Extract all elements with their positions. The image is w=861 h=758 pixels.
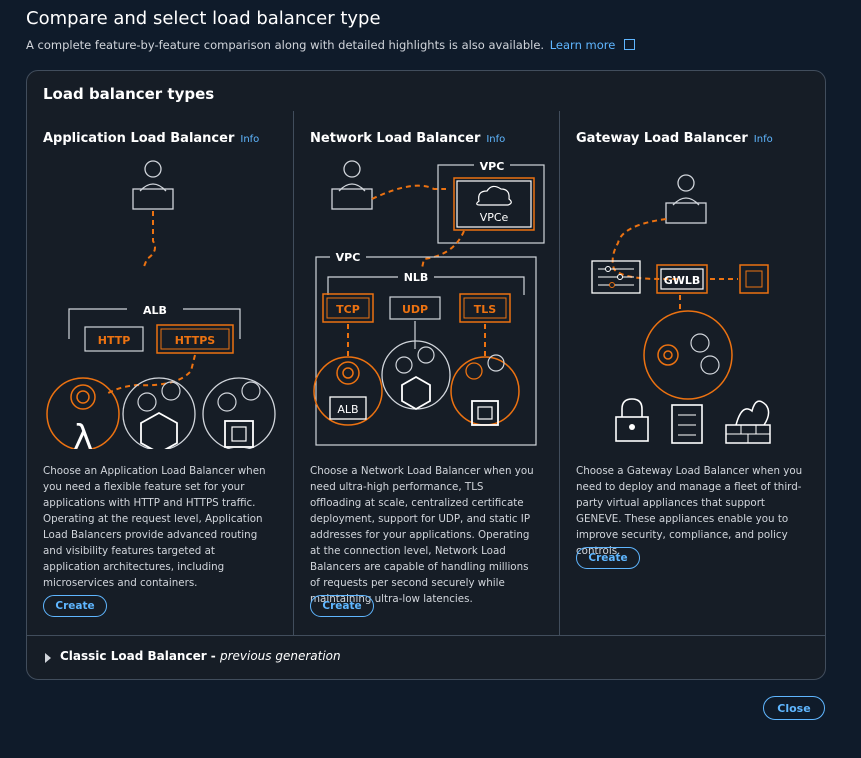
instance-target-icon — [202, 377, 276, 449]
appliance-config-icon — [591, 260, 641, 294]
nlb-group-label: NLB — [404, 271, 429, 284]
alb-protocol-http: HTTP — [98, 334, 131, 347]
instance-target-icon — [450, 354, 520, 426]
nlb-vpc-label: VPC — [336, 251, 361, 264]
alb-group-label: ALB — [143, 304, 167, 317]
caret-right-icon — [45, 653, 51, 663]
svg-text:λ: λ — [73, 418, 93, 449]
modal-subtitle: A complete feature-by-feature comparison… — [26, 38, 635, 52]
classic-load-balancer-expander[interactable]: Classic Load Balancer - previous generat… — [27, 635, 825, 680]
nlb-protocol-udp: UDP — [402, 303, 428, 316]
gwlb-info-link[interactable]: Info — [754, 134, 773, 145]
close-button[interactable]: Close — [763, 696, 825, 720]
gwlb-group-label: GWLB — [664, 274, 701, 287]
nlb-description: Choose a Network Load Balancer when you … — [310, 465, 534, 605]
learn-more-link[interactable]: Learn more — [550, 38, 616, 52]
classic-label: Classic Load Balancer - previous generat… — [60, 649, 341, 663]
modal-title: Compare and select load balancer type — [26, 8, 381, 29]
alb-title: Application Load Balancer Info — [43, 131, 259, 146]
nlb-info-link[interactable]: Info — [486, 134, 505, 145]
classic-label-suffix: previous generation — [219, 649, 341, 663]
create-nlb-button[interactable]: Create — [310, 595, 374, 617]
user-icon — [665, 174, 707, 224]
checklist-icon — [671, 404, 703, 444]
gwlb-diagram: GWLB — [591, 174, 771, 444]
nlb-protocol-tcp: TCP — [336, 303, 360, 316]
create-gwlb-button[interactable]: Create — [576, 547, 640, 569]
firewall-icon — [725, 400, 771, 444]
alb-protocol-https: HTTPS — [175, 334, 216, 347]
subtitle-text: A complete feature-by-feature comparison… — [26, 38, 545, 52]
panel-title: Load balancer types — [43, 85, 215, 103]
load-balancer-types-panel: Load balancer types Application Load Bal… — [26, 70, 826, 680]
container-target-icon — [381, 340, 451, 411]
nlb-protocol-tls: TLS — [474, 303, 497, 316]
external-link-icon — [623, 39, 635, 50]
gwlb-description: Choose a Gateway Load Balancer when you … — [576, 465, 803, 557]
gwlb-title: Gateway Load Balancer Info — [576, 131, 773, 146]
nlb-title-text: Network Load Balancer — [310, 131, 481, 146]
lock-icon — [615, 398, 649, 442]
nlb-diagram: VPC VPCe VPC NLB TCP UDP TLS ALB — [313, 159, 545, 446]
chip-icon — [739, 264, 769, 294]
nlb-column: Network Load Balancer Info VPC VPCe VPC — [293, 111, 560, 635]
lambda-target-icon: λ — [46, 377, 120, 449]
create-alb-button[interactable]: Create — [43, 595, 107, 617]
classic-label-text: Classic Load Balancer - — [60, 649, 220, 663]
security-targets-icon — [643, 310, 733, 400]
alb-description: Choose an Application Load Balancer when… — [43, 465, 266, 589]
nlb-alb-target-label: ALB — [337, 403, 358, 416]
alb-info-link[interactable]: Info — [240, 134, 259, 145]
user-icon — [331, 160, 373, 210]
vpc-top-label: VPC — [480, 160, 505, 173]
alb-diagram: ALB HTTP HTTPS λ — [46, 160, 276, 449]
alb-title-text: Application Load Balancer — [43, 131, 235, 146]
nlb-title: Network Load Balancer Info — [310, 131, 505, 146]
gwlb-title-text: Gateway Load Balancer — [576, 131, 748, 146]
alb-column: Application Load Balancer Info ALB HTTP H… — [27, 111, 293, 635]
user-icon — [132, 160, 174, 210]
container-target-icon — [122, 377, 196, 449]
gwlb-column: Gateway Load Balancer Info GWLB Choose a… — [559, 111, 826, 635]
cloud-icon — [476, 185, 512, 206]
vpce-label: VPCe — [480, 211, 509, 224]
